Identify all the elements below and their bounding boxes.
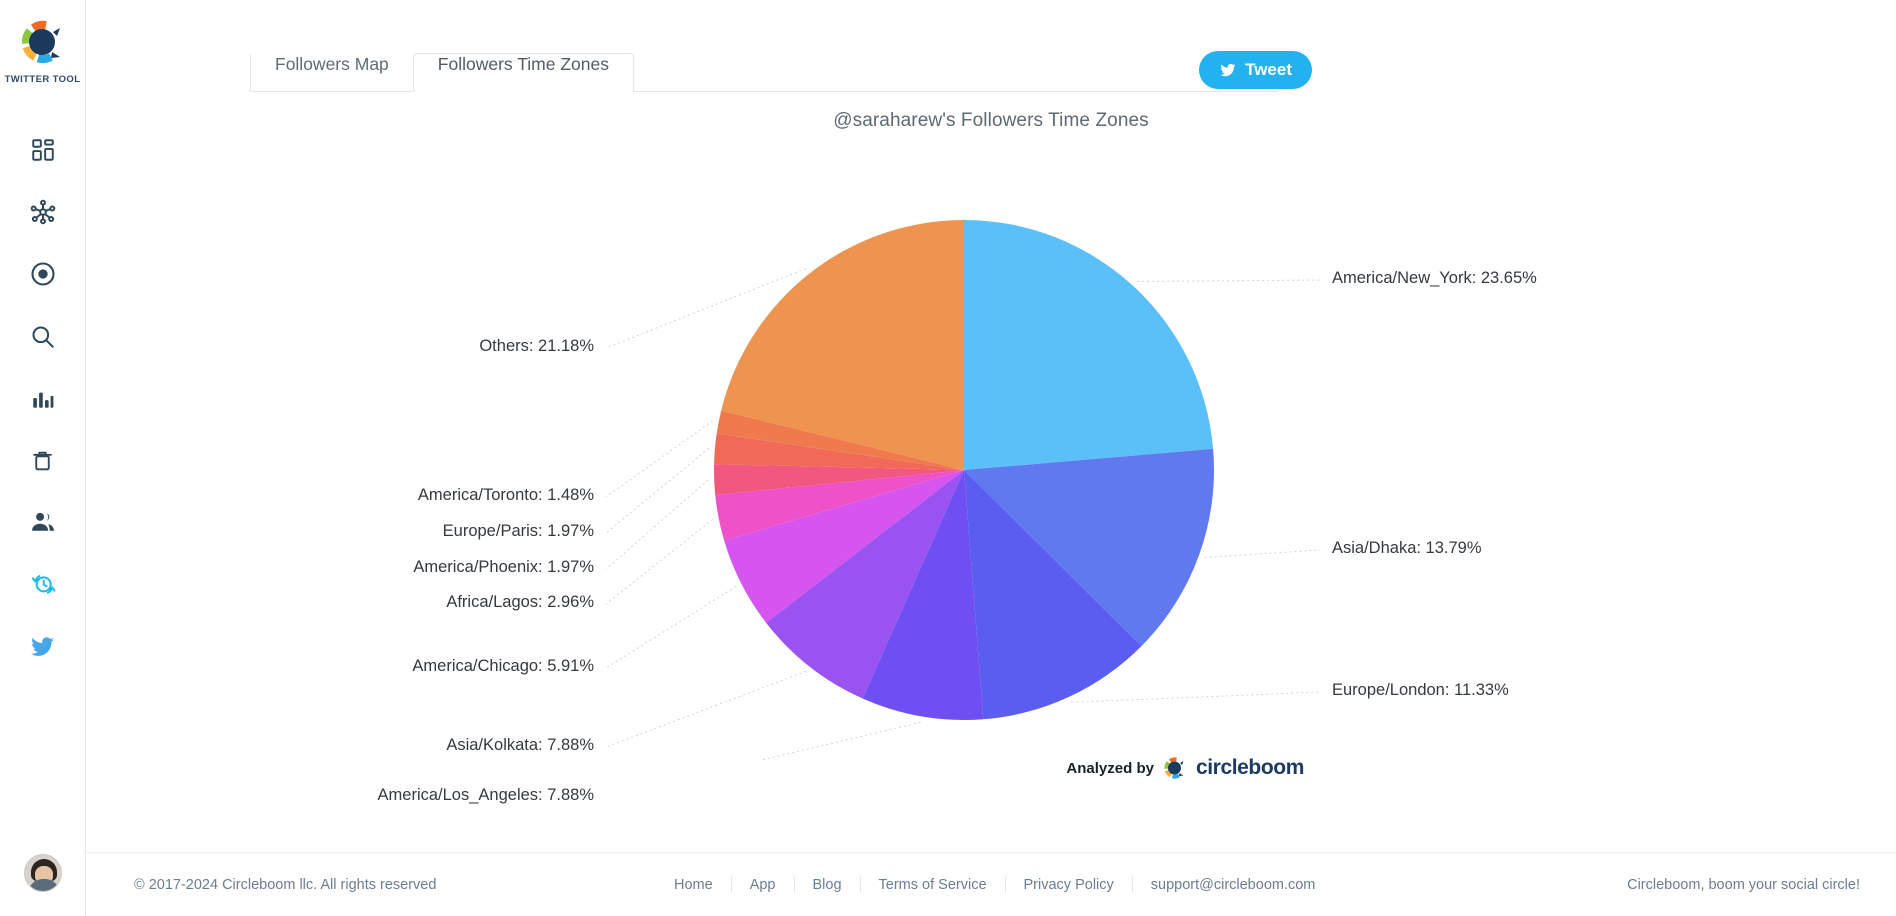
- footer: © 2017-2024 Circleboom llc. All rights r…: [86, 852, 1896, 916]
- sidebar-item-target[interactable]: [0, 243, 85, 305]
- pie-leader-line: [605, 518, 714, 605]
- users-icon: [31, 512, 54, 531]
- pie-leader-line: [1204, 549, 1321, 558]
- avatar-wrap[interactable]: [23, 854, 62, 892]
- page-root: TWITTER TOOL Followers Map Followers Tim…: [0, 0, 1896, 916]
- user-avatar[interactable]: [23, 854, 62, 892]
- pie-label: America/Chicago: 5.91%: [412, 657, 594, 675]
- analyzed-by: Analyzed by circleboom: [1066, 755, 1304, 781]
- tweet-button[interactable]: Tweet: [1199, 51, 1312, 89]
- footer-tagline: Circleboom, boom your social circle!: [1627, 876, 1860, 893]
- circleboom-logo-icon: [21, 20, 60, 64]
- footer-link-home[interactable]: Home: [656, 876, 732, 893]
- pie-label: Africa/Lagos: 2.96%: [446, 593, 594, 611]
- main-content: Followers Map Followers Time Zones Tweet…: [86, 0, 1896, 916]
- twitter-bird-icon: [1220, 63, 1236, 77]
- pie-label: Asia/Dhaka: 13.79%: [1332, 539, 1482, 557]
- footer-link-app[interactable]: App: [732, 876, 795, 893]
- footer-links: Home App Blog Terms of Service Privacy Polic…: [656, 876, 1334, 893]
- analyzed-by-prefix: Analyzed by: [1066, 759, 1154, 777]
- pie-leader-line: [605, 479, 709, 570]
- tab-bar: Followers Map Followers Time Zones: [164, 36, 1896, 92]
- target-circle-icon: [30, 262, 55, 286]
- sidebar-item-delete[interactable]: [0, 429, 85, 491]
- pie-label: America/Toronto: 1.48%: [417, 486, 594, 504]
- brand[interactable]: TWITTER TOOL: [5, 0, 81, 85]
- footer-link-terms[interactable]: Terms of Service: [861, 876, 1006, 893]
- sidebar-nav: [0, 119, 85, 677]
- tab-followers-map[interactable]: Followers Map: [250, 54, 413, 92]
- trash-icon: [33, 451, 52, 470]
- pie-label: Europe/London: 11.33%: [1332, 681, 1509, 699]
- dashboard-grid-icon: [31, 139, 54, 161]
- pie-leader-line: [605, 586, 737, 669]
- pie-label: Asia/Kolkata: 7.88%: [446, 736, 594, 754]
- pie-leader-line: [1071, 691, 1321, 703]
- pie-leader-line: [605, 447, 710, 534]
- pie-label: America/Los_Angeles: 7.88%: [377, 786, 594, 804]
- sidebar-item-analytics[interactable]: [0, 367, 85, 429]
- sidebar-item-network[interactable]: [0, 181, 85, 243]
- network-nodes-icon: [30, 199, 55, 225]
- footer-link-privacy[interactable]: Privacy Policy: [1006, 876, 1133, 893]
- tab-followers-time-zones[interactable]: Followers Time Zones: [412, 53, 634, 92]
- chart-title: @saraharew's Followers Time Zones: [833, 110, 1149, 131]
- pie-label: Europe/Paris: 1.97%: [442, 522, 594, 540]
- pie-label: Others: 21.18%: [479, 337, 594, 355]
- pie-slice[interactable]: [964, 220, 1214, 470]
- twitter-bird-icon: [31, 636, 54, 656]
- sidebar: TWITTER TOOL: [0, 0, 86, 916]
- pie-chart-svg: [605, 220, 1321, 760]
- clock-refresh-icon: [31, 575, 55, 594]
- pie-leader-line: [1137, 279, 1321, 282]
- circleboom-logo-icon: [1164, 757, 1184, 779]
- brand-name: TWITTER TOOL: [4, 74, 81, 85]
- sidebar-item-dashboard[interactable]: [0, 119, 85, 181]
- circleboom-wordmark: circleboom: [1195, 756, 1304, 779]
- sidebar-item-history[interactable]: [0, 553, 85, 615]
- sidebar-item-twitter[interactable]: [0, 615, 85, 677]
- avatar-body: [27, 879, 60, 891]
- pie-slices[interactable]: [714, 220, 1214, 720]
- pie-chart: America/New_York: 23.65% Asia/Dhaka: 13.7…: [86, 140, 1896, 804]
- pie-leader-line: [759, 721, 921, 760]
- sidebar-item-users[interactable]: [0, 491, 85, 553]
- bar-chart-icon: [32, 392, 53, 408]
- pie-label: America/Phoenix: 1.97%: [413, 558, 594, 576]
- sidebar-item-search[interactable]: [0, 305, 85, 367]
- pie-leader-line: [605, 670, 807, 748]
- pie-label: America/New_York: 23.65%: [1332, 269, 1537, 287]
- footer-link-blog[interactable]: Blog: [795, 876, 861, 893]
- tweet-button-label: Tweet: [1245, 60, 1292, 79]
- footer-link-support[interactable]: support@circleboom.com: [1133, 877, 1334, 893]
- tab-list: Followers Map Followers Time Zones: [164, 36, 1896, 92]
- footer-copyright: © 2017-2024 Circleboom llc. All rights r…: [134, 876, 437, 893]
- search-icon: [32, 325, 54, 348]
